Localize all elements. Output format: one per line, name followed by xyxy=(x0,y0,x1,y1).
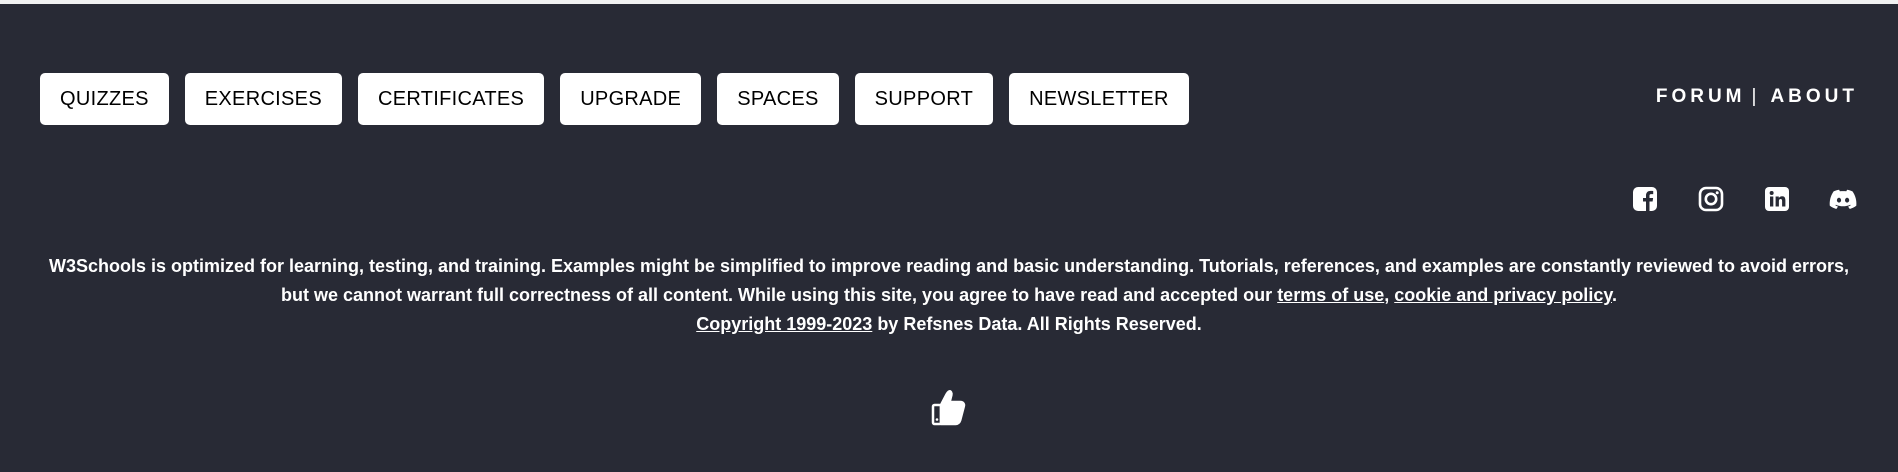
privacy-policy-link[interactable]: cookie and privacy policy xyxy=(1394,285,1612,305)
footer-nav: QUIZZES EXERCISES CERTIFICATES UPGRADE S… xyxy=(40,73,1189,125)
about-link[interactable]: ABOUT xyxy=(1770,86,1858,107)
upgrade-button[interactable]: UPGRADE xyxy=(560,73,702,125)
quizzes-button[interactable]: QUIZZES xyxy=(40,73,169,125)
instagram-icon[interactable] xyxy=(1696,184,1726,214)
thumbs-up-icon[interactable] xyxy=(925,384,973,432)
copyright-text: by Refsnes Data. All Rights Reserved. xyxy=(872,314,1202,334)
top-divider xyxy=(0,0,1898,4)
link-separator: | xyxy=(1751,86,1761,107)
spaces-button[interactable]: SPACES xyxy=(717,73,839,125)
top-links: FORUM | ABOUT xyxy=(1656,86,1858,108)
comma-text: , xyxy=(1384,285,1395,305)
period-text: . xyxy=(1612,285,1618,305)
certificates-button[interactable]: CERTIFICATES xyxy=(357,73,545,125)
footer-disclaimer: W3Schools is optimized for learning, tes… xyxy=(40,252,1858,339)
support-button[interactable]: SUPPORT xyxy=(854,73,994,125)
copyright-link[interactable]: Copyright 1999-2023 xyxy=(696,314,872,334)
linkedin-icon[interactable] xyxy=(1762,184,1792,214)
facebook-icon[interactable] xyxy=(1630,184,1660,214)
terms-of-use-link[interactable]: terms of use xyxy=(1277,285,1384,305)
forum-link[interactable]: FORUM xyxy=(1656,86,1746,107)
discord-icon[interactable] xyxy=(1828,184,1858,214)
social-links xyxy=(1630,184,1858,214)
newsletter-button[interactable]: NEWSLETTER xyxy=(1009,73,1189,125)
exercises-button[interactable]: EXERCISES xyxy=(184,73,342,125)
